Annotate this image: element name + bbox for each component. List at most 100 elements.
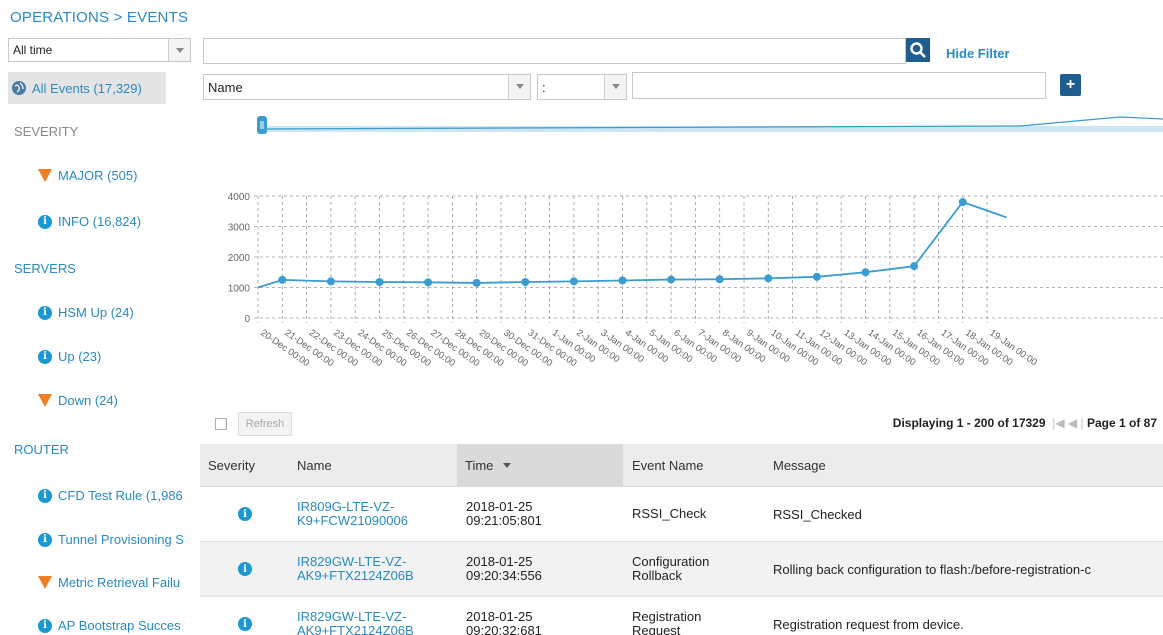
- sidebar-item-label: Tunnel Provisioning S: [58, 532, 184, 547]
- data-point[interactable]: [715, 275, 724, 284]
- sidebar-item-tunnel-provisioning[interactable]: i Tunnel Provisioning S: [38, 532, 184, 547]
- filter-field-select[interactable]: Name: [203, 74, 531, 100]
- data-point[interactable]: [812, 272, 821, 281]
- sidebar-item-up[interactable]: i Up (23): [38, 349, 101, 364]
- time-line: 2018-01-25: [466, 609, 533, 624]
- name-line: IR809G-LTE-VZ-: [297, 499, 395, 514]
- event-name-cell: Configuration Rollback: [632, 542, 762, 596]
- column-header-time[interactable]: Time: [457, 444, 623, 486]
- hide-filter-link[interactable]: Hide Filter: [946, 46, 1010, 61]
- event-line: Rollback: [632, 568, 682, 583]
- data-point[interactable]: [521, 278, 530, 287]
- table-row[interactable]: i IR809G-LTE-VZ- K9+FCW21090006 2018-01-…: [200, 487, 1163, 542]
- time-line: 09:20:34:556: [466, 568, 542, 583]
- y-tick-label: 3000: [228, 223, 251, 234]
- table-header: Severity Name Time Event Name Message: [200, 444, 1163, 487]
- sidebar-item-ap-bootstrap[interactable]: i AP Bootstrap Succes: [38, 618, 181, 633]
- data-point[interactable]: [569, 277, 578, 286]
- chevron-down-icon[interactable]: [604, 75, 626, 99]
- series-line: [257, 201, 1007, 289]
- major-warning-icon: [38, 394, 52, 407]
- sidebar-item-label: All Events (17,329): [32, 80, 142, 96]
- data-point[interactable]: [472, 278, 481, 287]
- router-heading: ROUTER: [14, 442, 69, 457]
- sidebar-item-label: Down (24): [58, 393, 118, 408]
- data-point[interactable]: [326, 277, 335, 286]
- data-point[interactable]: [278, 275, 287, 284]
- sidebar-item-label: CFD Test Rule (1,986: [58, 488, 183, 503]
- sidebar-item-label: Metric Retrieval Failu: [58, 575, 181, 590]
- sidebar-item-label: INFO (16,824): [58, 214, 142, 229]
- event-name-cell: Registration Request: [632, 597, 762, 635]
- filter-operator-select[interactable]: :: [537, 74, 627, 100]
- y-tick-label: 1000: [228, 284, 251, 295]
- sidebar-item-label: HSM Up (24): [58, 305, 134, 320]
- time-line: 2018-01-25: [466, 499, 533, 514]
- name-line: IR829GW-LTE-VZ-: [297, 609, 407, 624]
- events-table: Severity Name Time Event Name Message i …: [200, 444, 1163, 635]
- info-icon: i: [38, 349, 52, 364]
- sidebar-item-all-events[interactable]: All Events (17,329): [8, 72, 166, 104]
- select-all-checkbox[interactable]: [215, 418, 227, 430]
- name-cell[interactable]: IR829GW-LTE-VZ- AK9+FTX2124Z06B: [297, 542, 457, 596]
- y-tick-label: 2000: [228, 253, 251, 264]
- info-icon: i: [38, 532, 52, 547]
- sidebar-item-hsm-up[interactable]: i HSM Up (24): [38, 305, 134, 320]
- table-row[interactable]: i IR829GW-LTE-VZ- AK9+FTX2124Z06B 2018-0…: [200, 597, 1163, 635]
- refresh-button[interactable]: Refresh: [238, 412, 292, 436]
- severity-cell: i: [238, 487, 268, 541]
- search-input[interactable]: [203, 38, 906, 64]
- breadcrumb[interactable]: OPERATIONS > EVENTS: [10, 9, 188, 26]
- message-cell: RSSI_Checked: [773, 506, 862, 522]
- column-header-severity[interactable]: Severity: [208, 444, 288, 486]
- time-cell: 2018-01-25 09:20:34:556: [466, 542, 626, 596]
- range-handle[interactable]: [257, 116, 267, 134]
- sidebar-item-info[interactable]: i INFO (16,824): [38, 214, 141, 229]
- data-point[interactable]: [618, 276, 627, 285]
- sidebar-item-major[interactable]: MAJOR (505): [38, 168, 137, 183]
- time-range-select[interactable]: All time: [8, 38, 191, 62]
- data-point[interactable]: [910, 262, 919, 271]
- name-cell[interactable]: IR809G-LTE-VZ- K9+FCW21090006: [297, 487, 457, 541]
- column-header-name[interactable]: Name: [297, 444, 457, 486]
- chevron-down-icon[interactable]: [508, 75, 530, 99]
- event-line: Registration: [632, 609, 702, 624]
- message-cell: Registration request from device.: [773, 616, 964, 632]
- prev-page-icon[interactable]: ◀ |: [1068, 416, 1084, 430]
- sidebar-item-down[interactable]: Down (24): [38, 393, 118, 408]
- data-point[interactable]: [958, 198, 967, 207]
- data-point[interactable]: [375, 278, 384, 287]
- info-icon: i: [238, 562, 252, 576]
- sidebar-item-metric-retrieval[interactable]: Metric Retrieval Failu: [38, 575, 180, 590]
- search-button[interactable]: [906, 38, 930, 62]
- info-icon: i: [238, 617, 252, 631]
- data-point[interactable]: [424, 278, 433, 287]
- name-line: AK9+FTX2124Z06B: [297, 568, 414, 583]
- data-point[interactable]: [667, 275, 676, 284]
- filter-value-input[interactable]: [632, 72, 1046, 99]
- event-line: Request: [632, 623, 681, 635]
- y-tick-label: 0: [244, 314, 250, 325]
- info-icon: i: [38, 214, 52, 229]
- major-warning-icon: [38, 576, 52, 589]
- filter-field-value: Name: [208, 80, 243, 95]
- data-point[interactable]: [764, 274, 773, 283]
- time-line: 2018-01-25: [466, 554, 533, 569]
- table-row[interactable]: i IR829GW-LTE-VZ- AK9+FTX2124Z06B 2018-0…: [200, 542, 1163, 597]
- severity-heading: SEVERITY: [14, 124, 79, 139]
- info-icon: i: [238, 507, 252, 521]
- add-filter-button[interactable]: +: [1060, 74, 1081, 96]
- range-navigator[interactable]: [200, 110, 1163, 140]
- data-point[interactable]: [861, 268, 870, 277]
- name-line: AK9+FTX2124Z06B: [297, 623, 414, 635]
- filter-operator-value: :: [542, 80, 546, 95]
- column-header-message[interactable]: Message: [773, 444, 1153, 486]
- globe-icon: [12, 81, 26, 95]
- name-line: IR829GW-LTE-VZ-: [297, 554, 407, 569]
- sidebar-item-cfd-test-rule[interactable]: i CFD Test Rule (1,986: [38, 488, 183, 503]
- chevron-down-icon[interactable]: [168, 39, 190, 61]
- name-cell[interactable]: IR829GW-LTE-VZ- AK9+FTX2124Z06B: [297, 597, 457, 635]
- first-page-icon[interactable]: |◀: [1049, 416, 1064, 430]
- time-line: 09:21:05:801: [466, 513, 542, 528]
- column-header-event-name[interactable]: Event Name: [632, 444, 757, 486]
